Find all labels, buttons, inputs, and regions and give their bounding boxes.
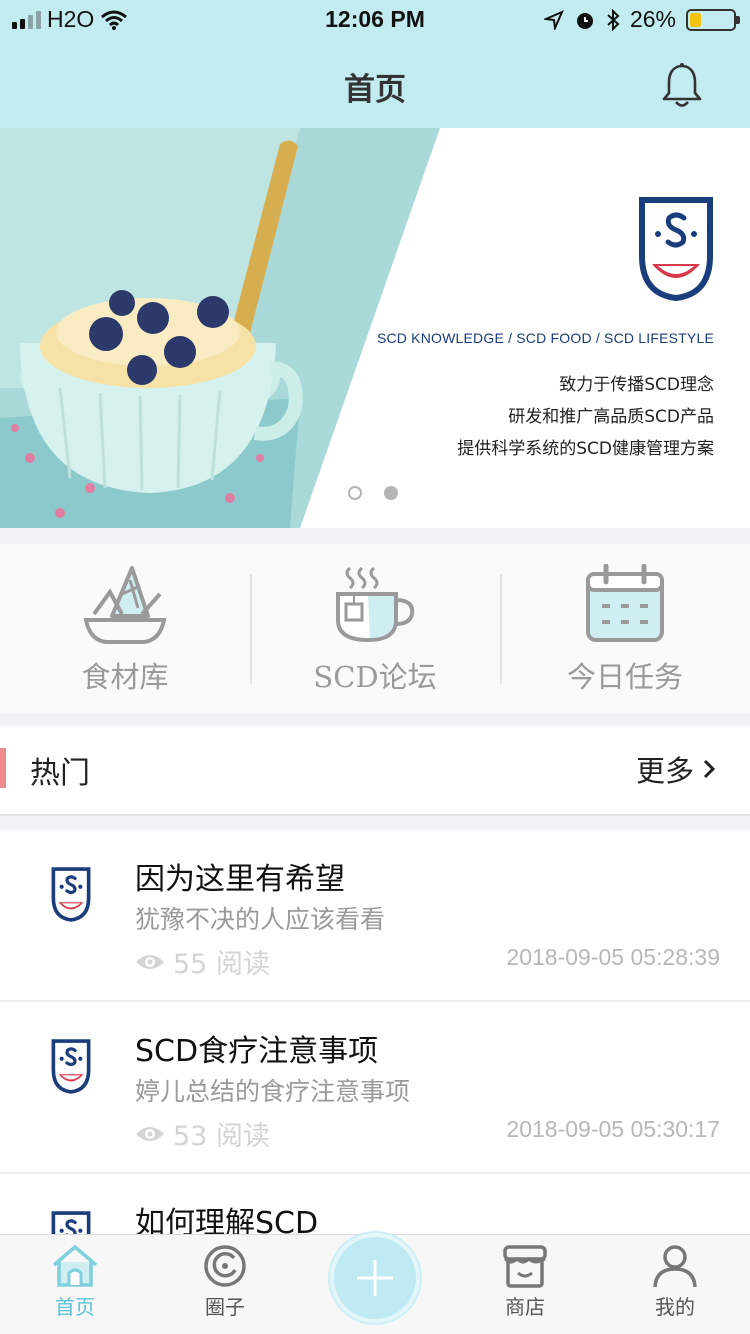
banner-line-3: 提供科学系统的SCD健康管理方案 <box>457 439 714 459</box>
nav-bar: 首页 <box>0 40 750 128</box>
tab-bar: 首页 圈子 商店 我的 <box>0 1233 750 1334</box>
hot-title: 热门 <box>30 756 90 791</box>
quick-item-scd-forum[interactable]: SCD论坛 <box>250 544 500 714</box>
scd-logo-icon <box>51 1039 91 1094</box>
status-bar: H2O 12:06 PM 26% <box>0 0 750 40</box>
tab-shop[interactable]: 商店 <box>450 1235 600 1334</box>
scd-logo-icon <box>51 867 91 922</box>
article-title: SCD食疗注意事项 <box>135 1034 379 1069</box>
battery-percent: 26% <box>629 6 676 32</box>
quick-label: 食材库 <box>81 660 169 694</box>
quick-menu: 食材库 SCD论坛 今日任务 <box>0 544 750 714</box>
banner-photo <box>0 128 440 528</box>
scd-logo <box>639 197 713 302</box>
location-arrow-icon <box>543 9 564 30</box>
article-view-count: 53 阅读 <box>173 1121 270 1152</box>
status-right: 26% <box>543 6 740 33</box>
more-link[interactable]: 更多 <box>636 748 716 790</box>
shop-icon <box>503 1245 547 1288</box>
hot-accent-bar <box>0 748 6 788</box>
banner-tagline: SCD KNOWLEDGE / SCD FOOD / SCD LIFESTYLE <box>376 330 714 346</box>
circle-icon <box>204 1245 246 1287</box>
tab-label: 圈子 <box>205 1295 245 1319</box>
calendar-icon <box>586 564 664 642</box>
quick-item-food-library[interactable]: 食材库 <box>0 544 250 714</box>
tab-profile[interactable]: 我的 <box>600 1235 750 1334</box>
bluetooth-icon <box>607 8 620 31</box>
quick-label: SCD论坛 <box>313 660 437 694</box>
more-label: 更多 <box>635 754 694 788</box>
article-subtitle: 犹豫不决的人应该看看 <box>135 905 386 934</box>
banner-carousel[interactable]: SCD KNOWLEDGE / SCD FOOD / SCD LIFESTYLE… <box>0 128 750 528</box>
tea-cup-icon <box>336 566 415 643</box>
tab-label: 首页 <box>55 1295 95 1319</box>
alarm-icon <box>576 12 593 29</box>
list-item[interactable]: SCD食疗注意事项 婷儿总结的食疗注意事项 53 阅读 2018-09-05 0… <box>0 1002 750 1174</box>
profile-icon <box>653 1245 697 1288</box>
carousel-dot[interactable] <box>348 486 362 500</box>
banner-line-1: 致力于传播SCD理念 <box>559 375 714 395</box>
add-button[interactable] <box>330 1233 420 1323</box>
article-view-count: 55 阅读 <box>173 949 270 980</box>
tab-circle[interactable]: 圈子 <box>150 1235 300 1334</box>
eye-icon <box>136 1126 164 1141</box>
tab-label: 我的 <box>655 1295 695 1319</box>
quick-label: 今日任务 <box>566 660 683 694</box>
eye-icon <box>136 954 164 969</box>
battery-fill <box>690 12 701 27</box>
article-time: 2018-09-05 05:28:39 <box>506 944 720 970</box>
article-time: 2018-09-05 05:30:17 <box>506 1116 720 1142</box>
article-views: 55 阅读 <box>135 942 270 981</box>
article-views: 53 阅读 <box>135 1114 270 1153</box>
list-item[interactable]: 因为这里有希望 犹豫不决的人应该看看 55 阅读 2018-09-05 05:2… <box>0 830 750 1002</box>
hot-section-header: 热门 更多 <box>0 726 750 816</box>
chevron-right-icon <box>703 759 716 779</box>
tab-home[interactable]: 首页 <box>0 1235 150 1334</box>
plus-icon <box>357 1260 393 1296</box>
food-bowl-icon <box>83 566 167 644</box>
quick-item-today-tasks[interactable]: 今日任务 <box>500 544 750 714</box>
article-title: 因为这里有希望 <box>135 862 345 897</box>
home-icon <box>52 1245 98 1287</box>
article-subtitle: 婷儿总结的食疗注意事项 <box>135 1077 411 1106</box>
tab-label: 商店 <box>505 1295 545 1319</box>
carousel-dots <box>348 486 398 500</box>
battery-icon <box>686 8 740 31</box>
banner-line-2: 研发和推广高品质SCD产品 <box>508 407 714 427</box>
carousel-dot-active[interactable] <box>384 486 398 500</box>
bell-icon[interactable] <box>660 62 704 110</box>
page-title: 首页 <box>344 72 406 108</box>
